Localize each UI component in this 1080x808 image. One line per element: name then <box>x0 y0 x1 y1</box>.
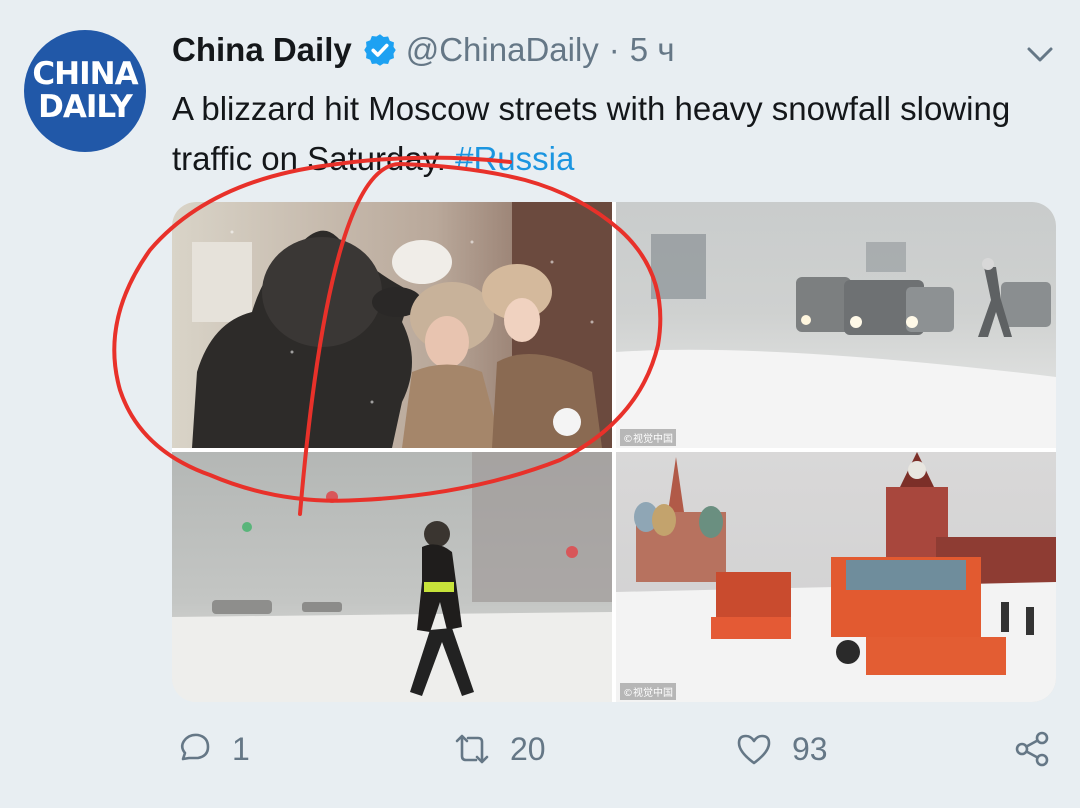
tweet-text: A blizzard hit Moscow streets with heavy… <box>172 84 1032 184</box>
share-button[interactable] <box>1012 726 1052 772</box>
tweet-actions: 1 20 93 <box>172 726 1062 772</box>
share-icon <box>1015 731 1049 767</box>
reply-button[interactable]: 1 <box>174 726 250 772</box>
heart-icon <box>737 734 771 765</box>
author-handle[interactable]: @ChinaDaily <box>406 31 599 69</box>
photo-snowplows-red-square[interactable]: ©视觉中国 <box>616 452 1056 702</box>
chevron-down-icon[interactable] <box>1020 34 1060 74</box>
tweet-timestamp[interactable]: 5 ч <box>630 31 675 69</box>
china-daily-avatar[interactable]: CHINA DAILY <box>24 30 146 152</box>
photo-watermark: ©视觉中国 <box>620 683 676 700</box>
photo-cars-in-blizzard[interactable]: ©视觉中国 <box>616 202 1056 448</box>
verified-badge-icon <box>363 34 396 66</box>
photo-bear-and-women[interactable] <box>172 202 612 448</box>
photo-man-crossing-street[interactable] <box>172 452 612 702</box>
separator-dot: · <box>608 31 620 68</box>
media-grid: ©视觉中国 ©视觉中国 <box>172 202 1056 702</box>
tweet-body: A blizzard hit Moscow streets with heavy… <box>172 90 1011 177</box>
reply-icon <box>180 733 210 761</box>
tweet-header: China Daily @ChinaDaily · 5 ч <box>172 28 675 72</box>
like-count: 93 <box>792 730 828 767</box>
like-button[interactable]: 93 <box>734 726 828 772</box>
avatar-logo-line1: CHINA <box>32 56 138 92</box>
hashtag-link[interactable]: #Russia <box>455 140 574 177</box>
author-name[interactable]: China Daily <box>172 31 352 69</box>
photo-watermark: ©视觉中国 <box>620 429 676 446</box>
avatar-logo-line2: DAILY <box>38 89 133 125</box>
retweet-count: 20 <box>510 730 546 767</box>
retweet-button[interactable]: 20 <box>452 726 546 772</box>
reply-count: 1 <box>232 730 250 767</box>
retweet-icon <box>455 734 489 764</box>
